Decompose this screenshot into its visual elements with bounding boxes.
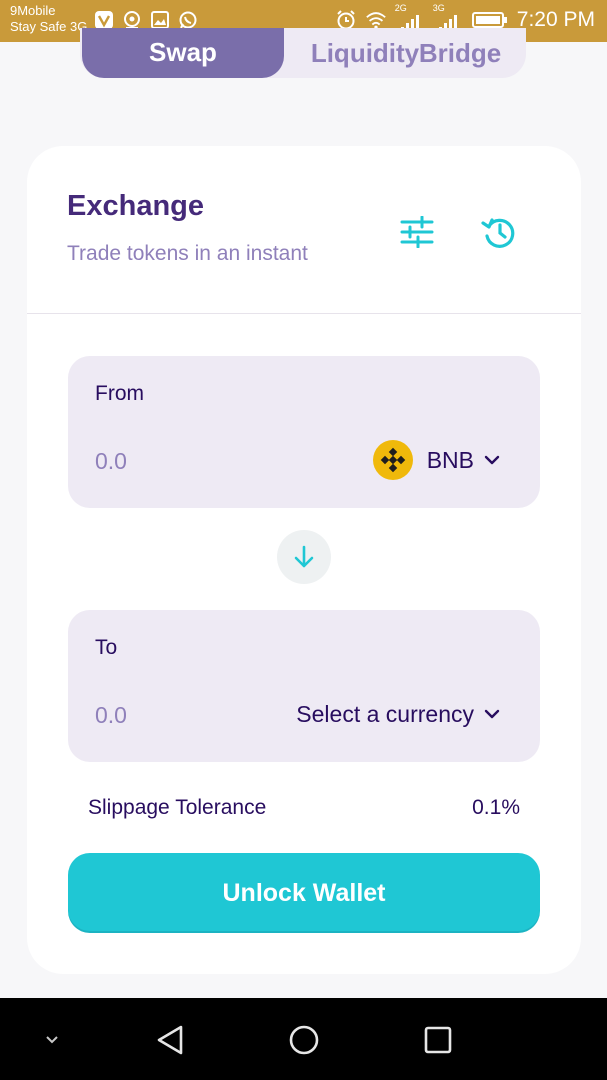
card-header: Exchange Trade tokens in an instant xyxy=(27,146,581,314)
back-button[interactable] xyxy=(148,1018,192,1062)
arrow-down-icon xyxy=(294,545,314,568)
from-currency-label: BNB xyxy=(426,446,474,473)
hide-nav-button[interactable] xyxy=(30,1018,74,1062)
chevron-down-icon xyxy=(484,455,500,465)
clock: 7:20 PM xyxy=(516,8,595,31)
settings-button[interactable] xyxy=(397,212,437,252)
image-icon xyxy=(150,10,170,30)
carrier-info: 9Mobile Stay Safe 3G xyxy=(10,3,87,35)
recents-icon xyxy=(424,1026,452,1054)
from-label: From xyxy=(95,382,144,405)
to-amount-input[interactable] xyxy=(95,698,295,732)
back-icon xyxy=(157,1025,183,1055)
to-currency-select[interactable]: Select a currency xyxy=(296,694,500,734)
unlock-wallet-button[interactable]: Unlock Wallet xyxy=(68,853,540,933)
tab-swap[interactable]: Swap xyxy=(82,28,284,78)
bnb-logo-icon xyxy=(372,440,413,480)
history-button[interactable] xyxy=(479,212,519,252)
notification-icons xyxy=(94,10,198,30)
history-icon xyxy=(481,218,515,248)
network-badge: 2G xyxy=(394,3,407,13)
settings-sliders-icon xyxy=(400,216,434,248)
page-tabs: Swap Liquidity Bridge xyxy=(80,28,526,78)
chevron-down-icon xyxy=(484,709,500,719)
vpn-icon xyxy=(94,10,114,30)
carrier-name: 9Mobile xyxy=(10,3,56,18)
from-amount-input[interactable] xyxy=(95,444,295,478)
from-currency-select[interactable]: BNB xyxy=(372,440,500,480)
network-name: Stay Safe 3G xyxy=(10,19,88,34)
data-saver-icon xyxy=(122,10,142,30)
navigation-bar xyxy=(0,998,607,1080)
page-title: Exchange xyxy=(67,190,204,222)
whatsapp-icon xyxy=(178,10,198,30)
home-icon xyxy=(289,1025,319,1055)
slippage-row: Slippage Tolerance 0.1% xyxy=(88,796,520,820)
recents-button[interactable] xyxy=(416,1018,460,1062)
page-subtitle: Trade tokens in an instant xyxy=(67,242,308,265)
slippage-value: 0.1% xyxy=(472,796,520,819)
exchange-card: Exchange Trade tokens in an instant From… xyxy=(27,146,581,974)
home-button[interactable] xyxy=(282,1018,326,1062)
network-badge: 3G xyxy=(432,3,445,13)
to-panel: To Select a currency xyxy=(68,610,540,762)
to-label: To xyxy=(95,636,118,659)
slippage-label: Slippage Tolerance xyxy=(88,796,267,819)
from-panel: From BNB xyxy=(68,356,540,508)
chevron-down-icon xyxy=(46,1036,58,1044)
tab-bridge[interactable]: Bridge xyxy=(400,28,520,78)
to-currency-label: Select a currency xyxy=(296,700,474,727)
swap-direction-button[interactable] xyxy=(277,530,331,584)
